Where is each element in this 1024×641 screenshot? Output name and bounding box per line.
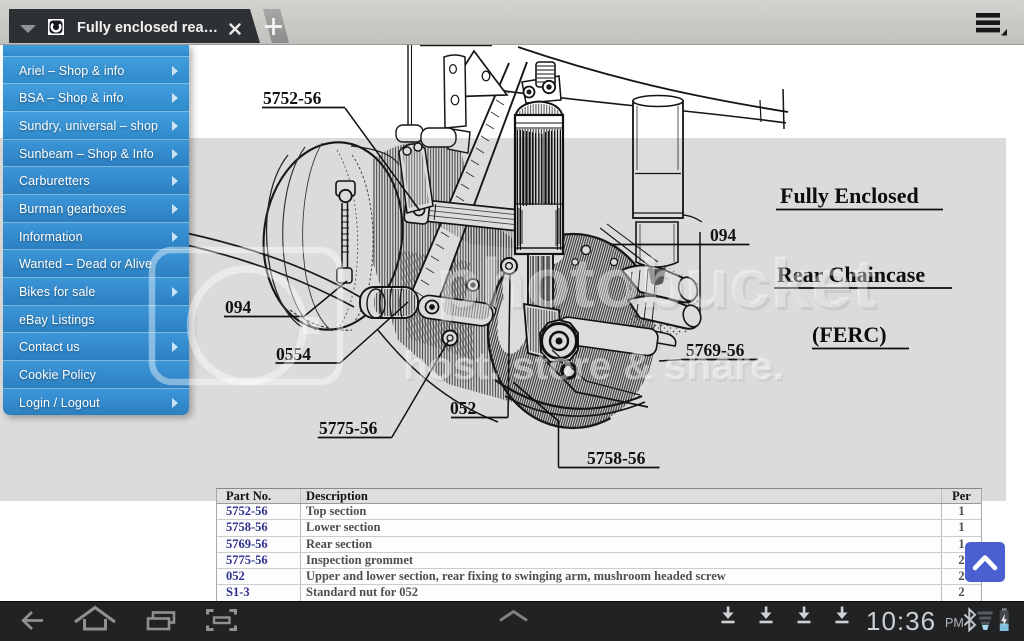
svg-text:094: 094 <box>710 225 737 245</box>
svg-text:5769-56: 5769-56 <box>686 340 745 360</box>
svg-text:052: 052 <box>450 398 476 418</box>
svg-text:Fully Enclosed: Fully Enclosed <box>780 183 919 208</box>
svg-text:0554: 0554 <box>276 344 311 364</box>
svg-text:(FERC): (FERC) <box>812 322 887 347</box>
svg-text:5758-56: 5758-56 <box>587 448 646 468</box>
svg-text:094: 094 <box>225 297 252 317</box>
svg-text:5775-56: 5775-56 <box>319 418 378 438</box>
svg-text:Rear Chaincase: Rear Chaincase <box>777 262 925 287</box>
svg-text:5752-56: 5752-56 <box>263 88 322 108</box>
